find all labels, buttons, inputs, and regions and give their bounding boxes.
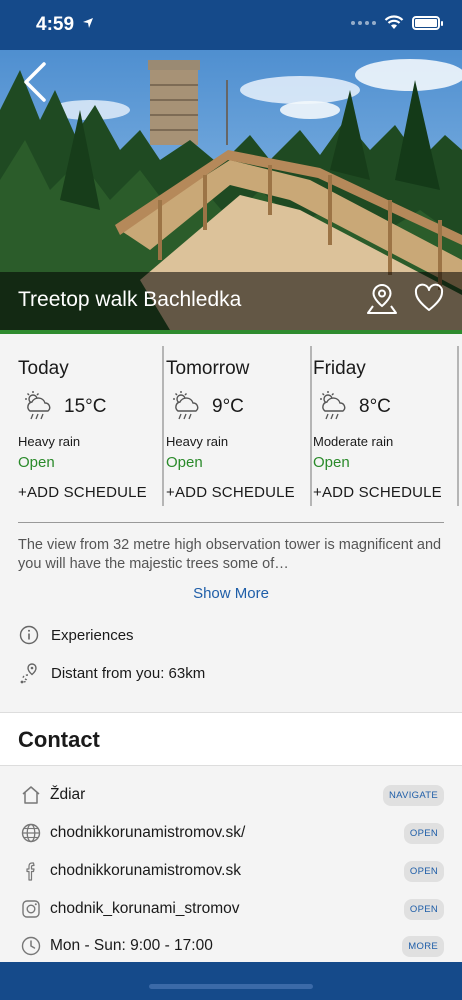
contact-row-hours: Mon - Sun: 9:00 - 17:00 MORE — [0, 928, 462, 964]
weather-condition: Heavy rain — [166, 434, 229, 449]
experiences-row[interactable]: Experiences — [18, 624, 134, 646]
weather-forecast-row[interactable]: Today 15°C Heavy rain Open +ADD SCHEDULE… — [0, 340, 462, 510]
weather-day: Today — [18, 358, 69, 379]
back-chevron-icon[interactable] — [18, 60, 54, 104]
open-status: Open — [166, 454, 203, 471]
weather-temp: 15°C — [64, 396, 107, 417]
contact-row-facebook: chodnikkorunamistromov.sk OPEN — [0, 853, 462, 889]
open-facebook-button[interactable]: OPEN — [403, 861, 444, 882]
info-icon — [18, 624, 40, 646]
weather-card-today: Today 15°C Heavy rain Open +ADD SCHEDULE — [18, 346, 164, 506]
open-instagram-button[interactable]: OPEN — [403, 899, 444, 920]
show-more-link[interactable]: Show More — [0, 585, 462, 602]
weather-condition: Heavy rain — [18, 434, 81, 449]
open-status: Open — [313, 454, 350, 471]
rain-cloud-sun-icon — [25, 391, 51, 420]
status-bar: 4:59 — [0, 0, 462, 50]
rain-cloud-sun-icon — [320, 391, 346, 420]
section-divider — [18, 522, 444, 523]
open-website-button[interactable]: OPEN — [403, 823, 444, 844]
navigate-button[interactable]: NAVIGATE — [382, 785, 444, 806]
hero-actions — [366, 282, 444, 316]
instagram-icon — [22, 900, 40, 918]
hero-accent-line — [0, 330, 462, 334]
globe-icon — [21, 823, 41, 843]
contact-row-website: chodnikkorunamistromov.sk/ OPEN — [0, 815, 462, 851]
weather-card-tomorrow: Tomorrow 9°C Heavy rain Open +ADD SCHEDU… — [166, 346, 312, 506]
map-pin-icon[interactable] — [366, 282, 398, 316]
clock-icon — [21, 936, 41, 956]
home-indicator[interactable] — [149, 984, 313, 989]
status-time: 4:59 — [36, 14, 94, 36]
contact-title: Contact — [18, 727, 100, 752]
distance-label: Distant from you: 63km — [51, 664, 206, 682]
hero-image: Treetop walk Bachledka — [0, 50, 462, 330]
contact-text: chodnik_korunami_stromov — [50, 900, 240, 917]
distance-row: Distant from you: 63km — [18, 662, 205, 684]
route-pin-icon — [18, 662, 40, 684]
more-hours-button[interactable]: MORE — [402, 936, 444, 957]
home-icon — [22, 786, 40, 804]
weather-temp: 9°C — [212, 396, 244, 417]
weather-condition: Moderate rain — [313, 434, 394, 449]
contact-text: Ždiar — [50, 786, 86, 803]
weather-day: Tomorrow — [166, 358, 250, 379]
wifi-icon — [384, 15, 404, 29]
contact-section-header: Contact — [0, 712, 462, 766]
contact-text: Mon - Sun: 9:00 - 17:00 — [50, 937, 213, 954]
place-title: Treetop walk Bachledka — [18, 288, 242, 311]
location-arrow-icon — [83, 18, 94, 28]
status-time-text: 4:59 — [36, 14, 75, 35]
experiences-label: Experiences — [51, 626, 134, 644]
bottom-bar — [0, 962, 462, 1000]
rain-cloud-sun-icon — [173, 391, 199, 420]
contact-row-address: Ždiar NAVIGATE — [0, 777, 462, 813]
weather-temp: 8°C — [359, 396, 391, 417]
add-schedule-button[interactable]: +ADD SCHEDULE — [313, 484, 442, 501]
facebook-icon — [26, 862, 35, 881]
status-icons — [351, 15, 443, 30]
weather-card-friday: Friday 8°C Moderate rain Open +ADD SCHED… — [313, 346, 459, 506]
add-schedule-button[interactable]: +ADD SCHEDULE — [18, 484, 147, 501]
hero-caption-bar: Treetop walk Bachledka — [0, 272, 462, 330]
contact-row-instagram: chodnik_korunami_stromov OPEN — [0, 891, 462, 927]
battery-icon — [412, 15, 443, 30]
add-schedule-button[interactable]: +ADD SCHEDULE — [166, 484, 295, 501]
open-status: Open — [18, 454, 55, 471]
contact-text: chodnikkorunamistromov.sk — [50, 862, 241, 879]
heart-icon[interactable] — [414, 282, 444, 316]
contact-text: chodnikkorunamistromov.sk/ — [50, 824, 246, 841]
weather-day: Friday — [313, 358, 366, 379]
signal-icon — [351, 20, 376, 25]
description-text: The view from 32 metre high observation … — [18, 537, 442, 572]
